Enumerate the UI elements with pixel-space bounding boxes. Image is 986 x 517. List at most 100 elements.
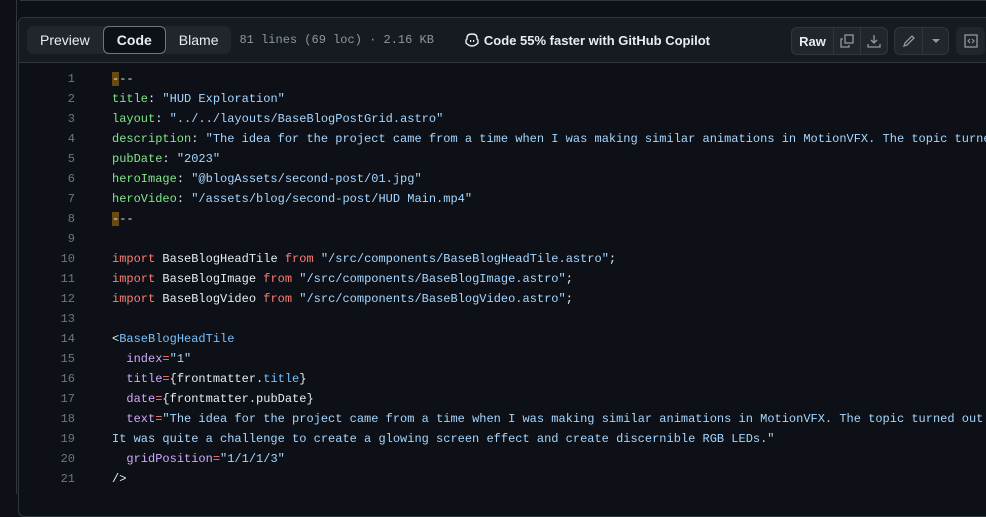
download-button[interactable] [860, 28, 887, 54]
code-view: 1 --- 2 title: "HUD Exploration" 3 layout: ".… [19, 63, 986, 489]
code-token: It was quite a challenge to create a glo… [112, 432, 775, 446]
code-line: 1 --- [19, 69, 986, 89]
line-number[interactable]: 6 [19, 169, 75, 189]
tab-blame[interactable]: Blame [166, 26, 232, 54]
code-token: ; [608, 252, 617, 266]
line-content: It was quite a challenge to create a glo… [112, 429, 775, 449]
code-token: date [126, 392, 156, 406]
line-number[interactable]: 16 [19, 369, 75, 389]
code-line: 18 text="The idea for the project came f… [19, 409, 986, 429]
edit-actions [894, 27, 949, 55]
tab-preview[interactable]: Preview [27, 26, 103, 54]
line-number[interactable]: 2 [19, 89, 75, 109]
code-token: title [263, 372, 300, 386]
line-number[interactable]: 21 [19, 469, 75, 489]
code-token: heroImage [112, 172, 177, 186]
code-line: 11 import BaseBlogImage from "/src/compon… [19, 269, 986, 289]
code-token: import [112, 252, 156, 266]
code-token: } [299, 372, 307, 386]
line-content: description: "The idea for the project c… [112, 129, 986, 149]
line-content: import BaseBlogImage from "/src/componen… [112, 269, 573, 289]
code-token: from [284, 252, 314, 266]
code-line: 17 date={frontmatter.pubDate} [19, 389, 986, 409]
code-line: 16 title={frontmatter.title} [19, 369, 986, 389]
tab-code[interactable]: Code [102, 26, 166, 54]
code-token: layout [112, 112, 156, 126]
line-number[interactable]: 10 [19, 249, 75, 269]
line-content: <BaseBlogHeadTile [112, 329, 234, 349]
code-token: index [126, 352, 163, 366]
code-line: 15 index="1" [19, 349, 986, 369]
code-token: "/src/components/BaseBlogImage.astro" [299, 272, 566, 286]
code-line: 19 It was quite a challenge to create a g… [19, 429, 986, 449]
copy-icon [840, 34, 854, 48]
line-number[interactable]: 18 [19, 409, 75, 429]
code-token: BaseBlogHeadTile [155, 252, 285, 266]
code-token: = [162, 372, 170, 386]
code-token: import [112, 272, 156, 286]
view-mode-tabs: Preview Code Blame [27, 26, 232, 54]
copy-button[interactable] [833, 28, 860, 54]
line-number[interactable]: 1 [19, 69, 75, 89]
line-number[interactable]: 11 [19, 269, 75, 289]
symbols-panel-button[interactable] [957, 28, 984, 54]
code-token: : [155, 112, 170, 126]
file-header: Preview Code Blame 81 lines (69 loc) · 2… [19, 18, 986, 63]
caret-down-icon [931, 39, 940, 43]
code-token: title [112, 92, 149, 106]
line-content: import BaseBlogHeadTile from "/src/compo… [112, 249, 616, 269]
edit-dropdown-button[interactable] [922, 28, 948, 54]
line-content: import BaseBlogVideo from "/src/componen… [112, 289, 573, 309]
copilot-link[interactable]: Code 55% faster with GitHub Copilot [464, 32, 710, 48]
code-token: gridPosition [126, 452, 213, 466]
code-token: BaseBlogVideo [155, 292, 264, 306]
code-line: 9 [19, 229, 986, 249]
line-number[interactable]: 20 [19, 449, 75, 469]
code-token: = [162, 352, 170, 366]
line-number[interactable]: 8 [19, 209, 75, 229]
code-token: title [126, 372, 163, 386]
code-line: 10 import BaseBlogHeadTile from "/src/com… [19, 249, 986, 269]
line-number[interactable]: 15 [19, 349, 75, 369]
edit-button[interactable] [895, 28, 922, 54]
line-content: title: "HUD Exploration" [112, 89, 285, 109]
code-line: 14 <BaseBlogHeadTile [19, 329, 986, 349]
code-token: -- [119, 212, 134, 226]
code-token: description [112, 132, 192, 146]
code-line: 2 title: "HUD Exploration" [19, 89, 986, 109]
code-token: "The idea for the project came from a ti… [205, 132, 986, 146]
line-number[interactable]: 14 [19, 329, 75, 349]
code-token: "The idea for the project came from a ti… [162, 412, 986, 426]
line-number[interactable]: 7 [19, 189, 75, 209]
code-token: text [126, 412, 156, 426]
file-meta: 81 lines (69 loc) · 2.16 KB [239, 33, 434, 47]
code-token: ; [565, 272, 573, 286]
line-content: title={frontmatter.title} [112, 369, 306, 389]
raw-button[interactable]: Raw [792, 28, 833, 54]
line-number[interactable]: 9 [19, 229, 75, 249]
code-token: = [212, 452, 221, 466]
line-number[interactable]: 17 [19, 389, 75, 409]
line-number[interactable]: 19 [19, 429, 75, 449]
code-line: 7 heroVideo: "/assets/blog/second-post/HU… [19, 189, 986, 209]
code-token: : [162, 152, 177, 166]
code-line: 4 description: "The idea for the project … [19, 129, 986, 149]
code-token: -- [119, 72, 134, 86]
code-line: 21 /> [19, 469, 986, 489]
line-number[interactable]: 12 [19, 289, 75, 309]
code-line: 3 layout: "../../layouts/BaseBlogPostGrid… [19, 109, 986, 129]
line-content: layout: "../../layouts/BaseBlogPostGrid.… [112, 109, 443, 129]
code-token: "1/1/1/3" [220, 452, 285, 466]
code-token: {frontmatter. [169, 372, 264, 386]
code-line: 6 heroImage: "@blogAssets/second-post/01.… [19, 169, 986, 189]
line-number[interactable]: 3 [19, 109, 75, 129]
code-token: : [176, 172, 192, 186]
line-number[interactable]: 4 [19, 129, 75, 149]
code-token: ; [565, 292, 573, 306]
line-number[interactable]: 5 [19, 149, 75, 169]
line-number[interactable]: 13 [19, 309, 75, 329]
